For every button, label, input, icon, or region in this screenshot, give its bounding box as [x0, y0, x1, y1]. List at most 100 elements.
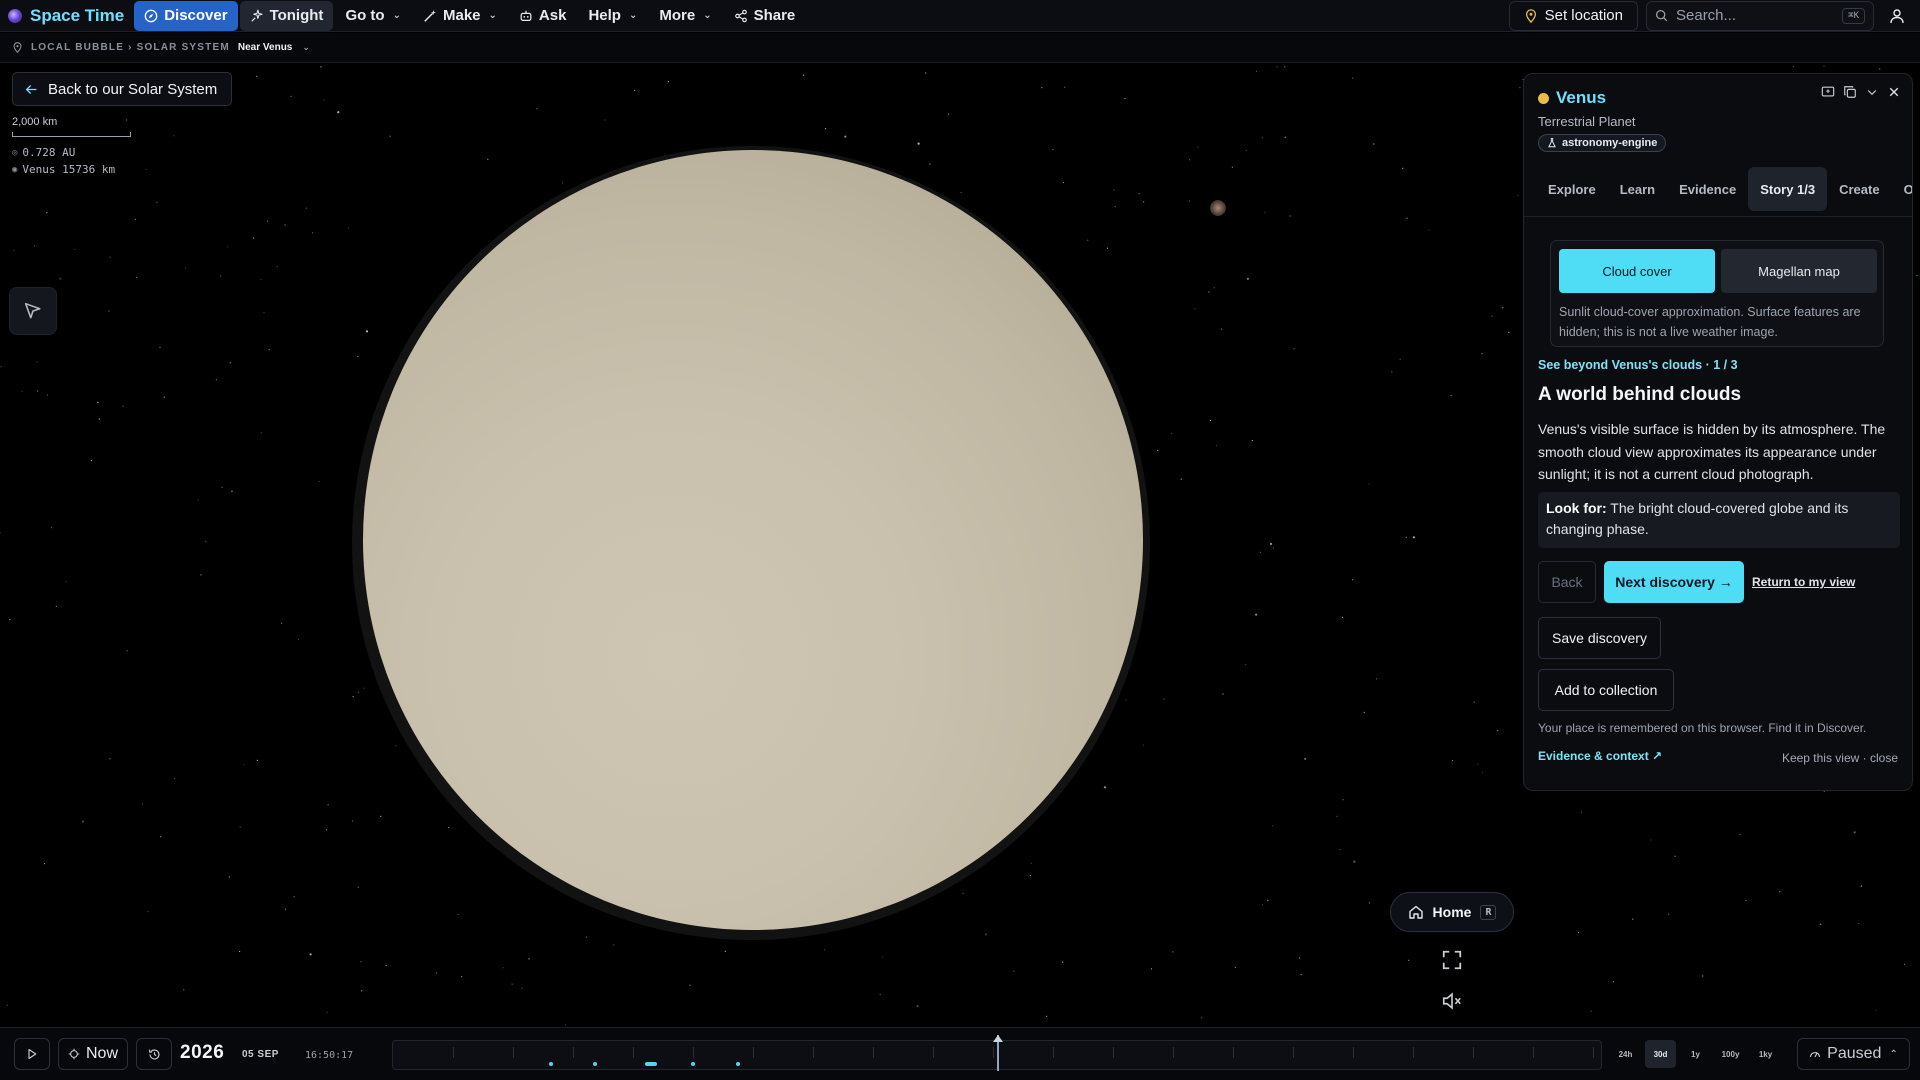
- nav-make-menu[interactable]: Make ⌄: [413, 1, 507, 31]
- nav-discover-label: Discover: [164, 7, 228, 24]
- tab-explore[interactable]: Explore: [1536, 167, 1608, 211]
- tab-orbit[interactable]: Orbit: [1892, 167, 1912, 211]
- user-account-button[interactable]: [1882, 1, 1912, 31]
- nav-ask-label: Ask: [538, 7, 567, 24]
- target-icon: ◉: [12, 164, 18, 175]
- close-icon: [1889, 87, 1899, 97]
- timeline-event-marker[interactable]: [736, 1062, 740, 1066]
- fullscreen-icon: [1442, 950, 1462, 970]
- chevron-up-icon: ⌃: [1889, 1048, 1898, 1060]
- mute-button[interactable]: [1441, 990, 1463, 1012]
- data-source-label: astronomy-engine: [1562, 137, 1658, 149]
- timeline-tick: [1413, 1047, 1414, 1058]
- timeline-tick: [873, 1047, 874, 1058]
- timeline-scrubber[interactable]: [392, 1035, 1602, 1071]
- next-discovery-button[interactable]: Next discovery →: [1604, 561, 1744, 603]
- timeline-tick: [813, 1047, 814, 1058]
- timeline-tick: [1533, 1047, 1534, 1058]
- current-year[interactable]: 2026: [180, 1042, 224, 1064]
- timeline-tick: [1173, 1047, 1174, 1058]
- magellan-map-layer-button[interactable]: Magellan map: [1721, 249, 1877, 293]
- look-for-callout: Look for: The bright cloud-covered globe…: [1538, 492, 1900, 548]
- play-icon: [28, 1048, 37, 1060]
- zoom-100y[interactable]: 100y: [1715, 1040, 1746, 1068]
- cloud-cover-layer-button[interactable]: Cloud cover: [1559, 249, 1715, 293]
- nav-share-label: Share: [753, 7, 796, 24]
- nav-help-menu[interactable]: Help ⌄: [578, 1, 647, 31]
- zoom-1ky[interactable]: 1ky: [1750, 1040, 1781, 1068]
- current-time[interactable]: 16:50:17: [305, 1050, 353, 1061]
- timeline-tick: [1113, 1047, 1114, 1058]
- search-box[interactable]: ⌘K: [1646, 0, 1874, 31]
- nav-goto-menu[interactable]: Go to ⌄: [335, 1, 411, 31]
- keep-view-close-link[interactable]: Keep this view · close: [1782, 751, 1898, 765]
- location-pin-icon: [13, 42, 22, 53]
- playback-status-button[interactable]: Paused ⌃: [1797, 1038, 1910, 1070]
- pointer-tool-button[interactable]: [9, 287, 57, 335]
- close-panel-button[interactable]: [1886, 84, 1902, 100]
- data-source-badge[interactable]: astronomy-engine: [1538, 134, 1667, 152]
- time-history-button[interactable]: [136, 1038, 172, 1070]
- timeline-event-marker[interactable]: [549, 1062, 553, 1066]
- return-to-my-view-link[interactable]: Return to my view: [1752, 575, 1855, 589]
- brand[interactable]: Space Time: [8, 6, 124, 26]
- copy-icon: [1844, 86, 1856, 98]
- nav-discover-button[interactable]: Discover: [134, 0, 238, 31]
- current-date[interactable]: 05 SEP: [242, 1049, 279, 1060]
- nav-make-label: Make: [442, 7, 481, 24]
- zoom-24h[interactable]: 24h: [1610, 1040, 1641, 1068]
- timeline-tick: [693, 1047, 694, 1058]
- tab-learn[interactable]: Learn: [1608, 167, 1667, 211]
- breadcrumb-path[interactable]: LOCAL BUBBLE › SOLAR SYSTEM: [31, 42, 230, 53]
- story-back-button[interactable]: Back: [1538, 561, 1596, 603]
- breadcrumb-current[interactable]: Near Venus: [238, 42, 292, 53]
- history-icon: [148, 1048, 159, 1059]
- pin-panel-button[interactable]: [1820, 84, 1836, 100]
- zoom-30d[interactable]: 30d: [1645, 1040, 1676, 1068]
- copy-panel-button[interactable]: [1842, 84, 1858, 100]
- now-button[interactable]: Now: [58, 1038, 128, 1070]
- search-input[interactable]: [1676, 7, 1835, 24]
- zoom-1y[interactable]: 1y: [1680, 1040, 1711, 1068]
- nav-ask-button[interactable]: Ask: [509, 1, 577, 31]
- timeline-event-marker[interactable]: [691, 1062, 695, 1066]
- breadcrumb: LOCAL BUBBLE › SOLAR SYSTEM Near Venus ⌄: [0, 33, 1920, 63]
- set-location-button[interactable]: Set location: [1508, 0, 1638, 31]
- timeline-tick: [513, 1047, 514, 1058]
- save-discovery-button[interactable]: Save discovery: [1538, 617, 1661, 659]
- timeline-event-marker[interactable]: [645, 1062, 657, 1066]
- home-shortcut: R: [1480, 904, 1497, 920]
- distance-au: 0.728 AU: [22, 146, 76, 159]
- add-to-collection-button[interactable]: Add to collection: [1538, 669, 1674, 711]
- chevron-down-icon[interactable]: ⌄: [302, 42, 310, 53]
- timeline-tick: [1233, 1047, 1234, 1058]
- set-location-label: Set location: [1544, 7, 1623, 24]
- panel-controls: [1820, 84, 1902, 100]
- fullscreen-button[interactable]: [1441, 949, 1463, 971]
- story-title: A world behind clouds: [1538, 384, 1742, 405]
- tab-story[interactable]: Story 1/3: [1748, 167, 1828, 211]
- nav-share-button[interactable]: Share: [724, 1, 806, 31]
- nav-more-menu[interactable]: More ⌄: [649, 1, 721, 31]
- collapse-panel-button[interactable]: [1864, 84, 1880, 100]
- evidence-context-link[interactable]: Evidence & context ↗: [1538, 749, 1662, 763]
- timeline-tick: [1053, 1047, 1054, 1058]
- surface-layer-selector: Cloud cover Magellan map Sunlit cloud-co…: [1550, 240, 1884, 347]
- arrow-left-icon: [25, 84, 37, 94]
- back-to-solar-system-button[interactable]: Back to our Solar System: [12, 72, 233, 106]
- home-button[interactable]: Home R: [1390, 892, 1514, 932]
- scale-label: 2,000 km: [12, 116, 58, 128]
- timeline-event-marker[interactable]: [593, 1062, 597, 1066]
- timeline-playhead[interactable]: [993, 1035, 1003, 1071]
- tab-evidence[interactable]: Evidence: [1667, 167, 1748, 211]
- nav-tonight-button[interactable]: Tonight: [239, 0, 334, 31]
- venus-globe[interactable]: [363, 150, 1143, 930]
- time-zoom-selector: 24h 30d 1y 100y 1ky: [1610, 1040, 1781, 1068]
- play-button[interactable]: [14, 1038, 50, 1070]
- layer-description: Sunlit cloud-cover approximation. Surfac…: [1559, 305, 1861, 339]
- timeline-tick: [453, 1047, 454, 1058]
- tab-create[interactable]: Create: [1827, 167, 1891, 211]
- timeline-tick: [633, 1047, 634, 1058]
- story-progress: See beyond Venus's clouds · 1 / 3: [1538, 358, 1738, 372]
- distant-body-marker[interactable]: [1210, 200, 1226, 216]
